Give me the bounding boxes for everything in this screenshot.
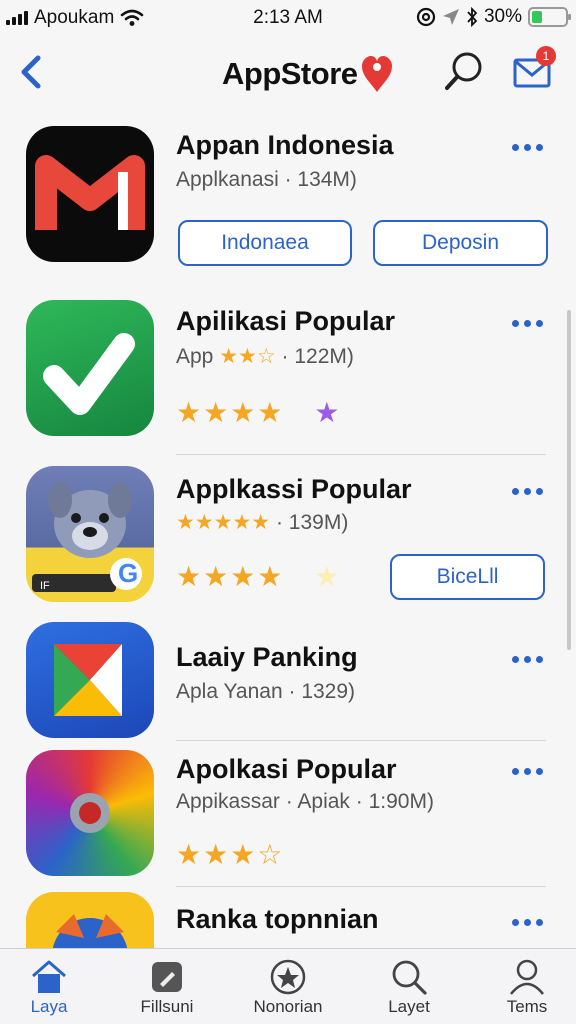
app-subtitle: Appikassar · Apiak · 1:90M) bbox=[176, 790, 434, 813]
search-icon bbox=[445, 52, 482, 90]
nav-bar: AppStore 1 bbox=[0, 40, 576, 110]
tab-label: Nonorian bbox=[253, 997, 323, 1016]
more-options-icon[interactable] bbox=[512, 761, 548, 781]
app-subtitle: App ★★☆ · 122M) bbox=[176, 344, 354, 369]
more-options-icon[interactable] bbox=[512, 481, 548, 501]
mail-m-icon bbox=[35, 155, 145, 230]
app-subtitle: Applkanasi · 134M) bbox=[176, 168, 357, 191]
page-title: AppStore bbox=[222, 54, 394, 94]
inline-rating-stars: ★★★★★ bbox=[176, 511, 271, 534]
search-button[interactable] bbox=[442, 50, 486, 94]
search-icon bbox=[392, 960, 427, 995]
list-item[interactable]: Laaiy Panking Apla Yanan · 1329) bbox=[0, 622, 576, 742]
play-icon bbox=[54, 644, 122, 716]
status-right: 30% bbox=[416, 6, 571, 28]
app-icon-play[interactable] bbox=[26, 622, 154, 738]
home-icon bbox=[32, 960, 66, 993]
tab-label: Laya bbox=[30, 997, 68, 1016]
heart-pin-icon bbox=[361, 56, 392, 92]
app-title: Appan Indonesia bbox=[176, 130, 394, 160]
list-item[interactable]: Apilikasi Popular App ★★☆ · 122M) ★★★★ ★ bbox=[0, 296, 576, 456]
wheel-icon bbox=[70, 793, 110, 833]
checkmark-icon bbox=[43, 333, 135, 415]
app-icon-check[interactable] bbox=[26, 300, 154, 436]
app-title: Apolkasi Popular bbox=[176, 754, 397, 784]
rating-stars: ★★★☆ bbox=[176, 839, 285, 870]
more-options-icon[interactable] bbox=[512, 649, 548, 669]
list-item[interactable]: Ranka topnnian bbox=[0, 892, 576, 952]
battery-icon bbox=[528, 7, 571, 27]
edit-icon bbox=[152, 962, 182, 992]
app-subtitle: ★★★★★ · 139M) bbox=[176, 511, 349, 534]
app-title: Laaiy Panking bbox=[176, 642, 358, 672]
list-item[interactable]: G IF Applkassi Popular ★★★★★ · 139M) ★★★… bbox=[0, 466, 576, 616]
tab-fillsuni[interactable]: Fillsuni bbox=[112, 957, 222, 1017]
app-icon-dog[interactable]: G IF bbox=[26, 466, 154, 602]
scrollbar[interactable] bbox=[567, 310, 571, 650]
app-subtitle: Apla Yanan · 1329) bbox=[176, 680, 356, 703]
tab-laya[interactable]: Laya bbox=[0, 957, 104, 1017]
bluetooth-icon bbox=[467, 7, 478, 27]
app-icon-wheel[interactable] bbox=[26, 750, 154, 876]
chevron-left-icon bbox=[21, 55, 41, 89]
indonaea-button[interactable]: Indonaea bbox=[178, 220, 352, 266]
location-icon bbox=[442, 9, 459, 25]
tab-bar: Laya Fillsuni Nonorian Layet Tems bbox=[0, 948, 576, 1024]
back-button[interactable] bbox=[14, 50, 50, 94]
tab-label: Layet bbox=[388, 997, 430, 1016]
battery-percent: 30% bbox=[483, 6, 522, 27]
divider bbox=[176, 454, 546, 455]
page-title-text: AppStore bbox=[222, 56, 358, 91]
more-options-icon[interactable] bbox=[512, 137, 548, 157]
more-options-icon[interactable] bbox=[512, 313, 548, 333]
app-title: Applkassi Popular bbox=[176, 474, 412, 504]
at-icon bbox=[416, 7, 436, 27]
list-item[interactable]: Appan Indonesia Applkanasi · 134M) Indon… bbox=[0, 120, 576, 290]
deposin-button[interactable]: Deposin bbox=[373, 220, 548, 266]
icon-caption: IF bbox=[40, 580, 50, 592]
app-icon-character[interactable] bbox=[26, 892, 154, 952]
subtitle-suffix: · 122M) bbox=[281, 345, 354, 368]
divider bbox=[176, 740, 546, 741]
app-title: Apilikasi Popular bbox=[176, 306, 396, 336]
star-circle-icon bbox=[270, 959, 306, 995]
tab-layet[interactable]: Layet bbox=[354, 957, 464, 1017]
app-title: Ranka topnnian bbox=[176, 904, 379, 934]
tab-nonorian[interactable]: Nonorian bbox=[233, 957, 343, 1017]
tab-label: Tems bbox=[506, 997, 548, 1016]
list-item[interactable]: Apolkasi Popular Appikassar · Apiak · 1:… bbox=[0, 750, 576, 880]
tab-label: Fillsuni bbox=[140, 997, 194, 1016]
app-icon-gmail[interactable] bbox=[26, 126, 154, 262]
character-icon bbox=[52, 914, 128, 952]
inbox-button[interactable]: 1 bbox=[512, 46, 556, 92]
g-logo-icon: G bbox=[118, 558, 139, 588]
divider bbox=[176, 886, 546, 887]
more-options-icon[interactable] bbox=[512, 912, 548, 932]
status-bar: Apoukam 2:13 AM 30% bbox=[0, 0, 576, 36]
rating-stars: ★★★★ ★ bbox=[176, 397, 342, 428]
inline-rating-stars: ★★☆ bbox=[219, 345, 276, 368]
notification-badge: 1 bbox=[536, 46, 556, 66]
subtitle-prefix: App bbox=[176, 345, 214, 368]
bicelll-button[interactable]: BiceLll bbox=[390, 554, 545, 600]
tab-tems[interactable]: Tems bbox=[472, 957, 576, 1017]
rating-stars: ★★★★ ★ bbox=[176, 561, 342, 592]
person-icon bbox=[510, 959, 544, 995]
